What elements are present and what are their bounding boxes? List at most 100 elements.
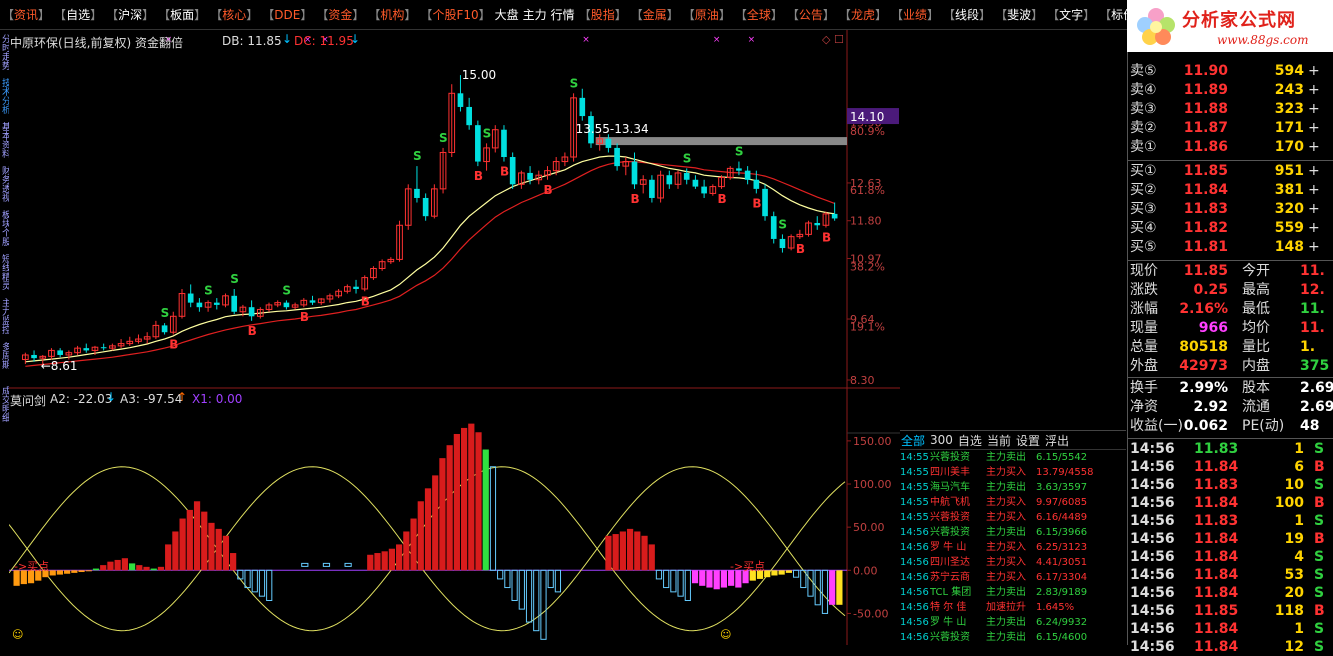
vtab-5[interactable]: 短线精灵 [0,254,9,294]
smiley-icon[interactable]: ☺ [12,628,23,641]
ticker-row[interactable]: 14:56 四川圣达 主力买入 4.41/3051 [900,555,1126,570]
order-change: + [1308,120,1320,136]
tick-side: S [1314,621,1325,637]
menu-item-1[interactable]: 【自选】 [54,6,102,23]
vtab-8[interactable]: 成交明细 [0,386,9,426]
candle-body-down [353,286,359,289]
order-price: 11.86 [1183,139,1228,155]
order-volume: 323 [1274,101,1304,117]
ticker-time: 14:56 [900,542,929,553]
trade-tick-row: 14:56 11.84 53 S [1128,566,1333,584]
ticker-row[interactable]: 14:55 兴蓉投资 主力买入 6.16/4489 [900,510,1126,525]
chart-area[interactable]: 13.9612.6311.8010.979.648.3080.9%61.8%38… [9,30,900,645]
tick-price: 11.84 [1194,567,1239,583]
ind-bar [56,570,64,575]
vtab-4[interactable]: 板块个股 [0,210,9,250]
ind-bar [699,570,706,586]
stat-value: 0.062 [1183,418,1228,434]
menu-item-14[interactable]: 【原油】 [683,6,731,23]
ind-bar [453,433,460,571]
panel-resize-icon[interactable]: ◇ ☐ [822,33,844,46]
menu-item-19[interactable]: 【线段】 [943,6,991,23]
menu-item-8[interactable]: 【个股F10】 [420,6,490,23]
order-change: + [1308,239,1320,255]
menu-item-0[interactable]: 【资讯】 [2,6,50,23]
menu-item-9[interactable]: 大盘 [495,6,519,23]
vtab-7[interactable]: 多周期 [0,342,9,382]
ticker-tab-3[interactable]: 当前 [987,432,1011,449]
stat-value-2: 2.69 [1300,380,1333,396]
ticker-row[interactable]: 14:55 海马汽车 主力卖出 3.63/3597 [900,480,1126,495]
menu-item-18[interactable]: 【业绩】 [891,6,939,23]
candle-body-down [527,172,533,180]
ind-bar [388,548,396,571]
divider [1128,160,1333,161]
buy-signal: B [474,169,483,183]
ticker-tab-2[interactable]: 自选 [958,432,982,449]
ind-bar [230,553,237,571]
ticker-tab-1[interactable]: 300 [930,433,953,447]
vtab-0[interactable]: 分时走势 [0,34,9,74]
ticker-row[interactable]: 14:56 兴蓉投资 主力卖出 6.15/4600 [900,630,1126,645]
ticker-row[interactable]: 14:56 特 尔 佳 加速拉升 1.645% [900,600,1126,615]
menu-item-20[interactable]: 【斐波】 [995,6,1043,23]
ind-bar [554,569,562,593]
ticker-tab-4[interactable]: 设置 [1016,432,1040,449]
menu-item-16[interactable]: 【公告】 [787,6,835,23]
ind-bar [713,570,720,590]
ticker-action: 主力买入 [986,542,1026,553]
tick-time: 14:56 [1130,459,1175,475]
tick-time: 14:56 [1130,531,1175,547]
ticker-row[interactable]: 14:56 兴蓉投资 主力卖出 6.15/3966 [900,525,1126,540]
menu-item-15[interactable]: 【全球】 [735,6,783,23]
ticker-detail: 13.79/4558 [1036,467,1094,478]
ind-bar [626,528,634,571]
buy-signal: B [300,310,309,324]
vtab-6[interactable]: 主力监控 [0,298,9,338]
menu-item-4[interactable]: 【核心】 [210,6,258,23]
ticker-time: 14:56 [900,602,929,613]
vtab-3[interactable]: 财务透视 [0,166,9,206]
ticker-row[interactable]: 14:55 兴蓉投资 主力卖出 6.15/5542 [900,450,1126,465]
sell-signal: S [204,283,213,297]
vtab-1[interactable]: 技术分析 [0,78,9,118]
ticker-row[interactable]: 14:55 中航飞机 主力买入 9.97/6085 [900,495,1126,510]
trade-tick-row: 14:56 11.84 4 S [1128,548,1333,566]
ind-bar [446,445,453,571]
ticker-tab-5[interactable]: 浮出 [1045,432,1069,449]
menu-item-10[interactable]: 主力 [523,6,547,23]
ticker-row[interactable]: 14:55 四川美丰 主力买入 13.79/4558 [900,465,1126,480]
candle-body-down [614,147,620,167]
candle-body-down [744,170,751,180]
menu-item-12[interactable]: 【股指】 [579,6,627,23]
ticker-row[interactable]: 14:56 TCL 集团 主力卖出 2.83/9189 [900,585,1126,600]
menu-item-7[interactable]: 【机构】 [368,6,416,23]
menu-item-13[interactable]: 【金属】 [631,6,679,23]
candle-body-down [466,106,472,126]
sell-signal: S [161,306,170,320]
tick-volume: 10 [1284,477,1304,493]
ticker-row[interactable]: 14:56 罗 牛 山 主力买入 6.25/3123 [900,540,1126,555]
stat-label: 总量 [1130,339,1158,355]
order-level-label: 卖① [1130,139,1157,155]
menu-item-11[interactable]: 行情 [551,6,575,23]
tick-side: S [1314,585,1325,601]
ind-bar [244,569,251,589]
menu-item-5[interactable]: 【DDE】 [262,6,312,23]
ticker-stock: 四川圣达 [930,557,970,568]
vtab-2[interactable]: 基本资料 [0,122,9,162]
db-value: DB: 11.85 [222,34,282,48]
ticker-row[interactable]: 14:56 罗 牛 山 主力卖出 6.24/9932 [900,615,1126,630]
tick-volume: 4 [1294,549,1304,565]
ticker-stock: 海马汽车 [930,482,970,493]
menu-item-2[interactable]: 【沪深】 [106,6,154,23]
smiley-icon[interactable]: ☺ [720,628,731,641]
ticker-tab-0[interactable]: 全部 [901,432,925,449]
trade-tick-row: 14:56 11.85 118 B [1128,602,1333,620]
menu-item-21[interactable]: 【文字】 [1047,6,1095,23]
menu-item-6[interactable]: 【资金】 [316,6,364,23]
ticker-row[interactable]: 14:56 苏宁云商 主力买入 6.17/3304 [900,570,1126,585]
menu-item-3[interactable]: 【板面】 [158,6,206,23]
order-level-label: 卖③ [1130,101,1157,117]
menu-item-17[interactable]: 【龙虎】 [839,6,887,23]
